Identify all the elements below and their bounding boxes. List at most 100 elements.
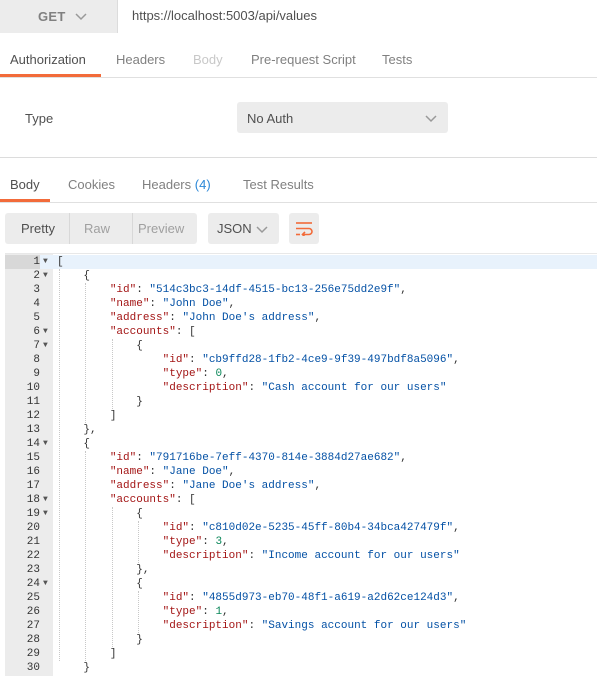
code-text: }, <box>83 424 97 436</box>
code-text: { <box>136 340 143 352</box>
line-number: 1 <box>5 255 40 269</box>
tab-response-headers-label: Headers <box>142 177 192 192</box>
code-text: } <box>83 662 91 674</box>
code-text: "type": 1, <box>162 606 229 618</box>
line-number: 23 <box>26 564 40 576</box>
response-tabs: Body Cookies Headers (4) Test Results <box>0 170 597 203</box>
code-line: 21 "type": 3, <box>5 535 597 549</box>
response-body-editor[interactable]: 1 ▼[2 ▼ {3 "id": "514c3bc3-14df-4515-bc13-… <box>5 253 597 676</box>
view-pretty-button[interactable]: Pretty <box>21 221 55 236</box>
code-line: 18 ▼ "accounts": [ <box>5 493 597 507</box>
code-line: 13 }, <box>5 423 597 437</box>
indent-guide <box>111 507 113 647</box>
line-number: 18 <box>26 494 40 506</box>
code-text: "name": "Jane Doe", <box>109 466 236 478</box>
fold-arrow-icon[interactable]: ▼ <box>43 577 51 591</box>
fold-arrow-icon[interactable]: ▼ <box>43 507 51 521</box>
method-dropdown[interactable]: GET <box>0 0 118 33</box>
view-raw-button[interactable]: Raw <box>84 221 110 236</box>
method-label: GET <box>38 9 66 24</box>
chevron-down-icon <box>75 13 87 21</box>
view-preview-button[interactable]: Preview <box>138 221 184 236</box>
code-line: 1 ▼ [ <box>5 255 597 269</box>
chevron-down-icon <box>256 226 268 234</box>
fold-arrow-icon[interactable]: ▼ <box>43 493 51 507</box>
tab-pre-request-script[interactable]: Pre-request Script <box>251 52 356 67</box>
tab-cookies[interactable]: Cookies <box>68 177 115 192</box>
code-line: 8 "id": "cb9ffd28-1fb2-4ce9-9f39-497bdf8… <box>5 353 597 367</box>
fold-arrow-icon[interactable]: ▼ <box>43 255 51 269</box>
code-line: 3 "id": "514c3bc3-14df-4515-bc13-256e75d… <box>5 283 597 297</box>
request-url-bar: GET https://localhost:5003/api/values <box>0 0 597 33</box>
headers-count-badge: (4) <box>194 177 211 192</box>
code-line: 27 "description": "Savings account for o… <box>5 619 597 633</box>
line-number: 21 <box>26 536 40 548</box>
code-text: "accounts": [ <box>109 494 196 506</box>
tab-response-headers[interactable]: Headers (4) <box>142 177 211 192</box>
line-number: 25 <box>26 592 40 604</box>
tab-body[interactable]: Body <box>193 52 223 67</box>
line-number: 9 <box>33 368 40 380</box>
code-text: "accounts": [ <box>109 326 196 338</box>
indent-guide <box>59 269 60 661</box>
auth-type-value: No Auth <box>247 111 294 126</box>
code-text: "id": "cb9ffd28-1fb2-4ce9-9f39-497bdf8a5… <box>162 354 460 366</box>
indent-guide <box>111 339 113 409</box>
code-line: 2 ▼ { <box>5 269 597 283</box>
format-dropdown[interactable]: JSON <box>208 213 279 244</box>
line-number: 14 <box>26 438 40 450</box>
tab-headers[interactable]: Headers <box>116 52 165 67</box>
segment-separator <box>132 213 133 244</box>
code-line: 16 "name": "Jane Doe", <box>5 465 597 479</box>
code-text: "address": "John Doe's address", <box>109 312 322 324</box>
line-number: 16 <box>26 466 40 478</box>
tab-response-body[interactable]: Body <box>10 177 40 192</box>
code-text: [ <box>57 256 64 268</box>
line-number: 19 <box>26 508 40 520</box>
code-text: "description": "Cash account for our use… <box>162 382 447 394</box>
tab-test-results[interactable]: Test Results <box>243 177 314 192</box>
line-number: 4 <box>33 298 40 310</box>
wrap-lines-button[interactable] <box>289 213 319 244</box>
code-line: 12 ] <box>5 409 597 423</box>
code-line: 11 } <box>5 395 597 409</box>
fold-arrow-icon[interactable]: ▼ <box>43 339 51 353</box>
line-number: 20 <box>26 522 40 534</box>
tab-authorization[interactable]: Authorization <box>10 52 86 67</box>
code-text: ] <box>109 410 117 422</box>
code-line: 24 ▼ { <box>5 577 597 591</box>
wrap-lines-icon <box>296 222 313 236</box>
code-text: "address": "Jane Doe's address", <box>109 480 322 492</box>
code-line: 5 "address": "John Doe's address", <box>5 311 597 325</box>
code-text: } <box>136 396 143 408</box>
code-text: { <box>83 438 91 450</box>
line-number: 26 <box>26 606 40 618</box>
code-text: "type": 0, <box>162 368 229 380</box>
line-number: 15 <box>26 452 40 464</box>
view-mode-segmented-control: Pretty Raw Preview <box>5 213 197 244</box>
auth-type-select[interactable]: No Auth <box>237 102 448 133</box>
fold-arrow-icon[interactable]: ▼ <box>43 269 51 283</box>
code-text: }, <box>136 564 150 576</box>
indent-guide <box>85 451 87 661</box>
line-number: 8 <box>33 354 40 366</box>
line-number: 27 <box>26 620 40 632</box>
fold-arrow-icon[interactable]: ▼ <box>43 325 51 339</box>
code-text: "description": "Savings account for our … <box>162 620 467 632</box>
code-text: } <box>136 634 143 646</box>
fold-arrow-icon[interactable]: ▼ <box>43 437 51 451</box>
indent-guide <box>138 591 140 633</box>
line-number: 7 <box>33 340 40 352</box>
code-line: 26 "type": 1, <box>5 605 597 619</box>
indent-guide <box>138 521 140 563</box>
line-number: 29 <box>26 648 40 660</box>
tab-tests[interactable]: Tests <box>382 52 412 67</box>
url-input[interactable]: https://localhost:5003/api/values <box>132 8 317 23</box>
line-number: 5 <box>33 312 40 324</box>
line-number: 28 <box>26 634 40 646</box>
active-tab-indicator <box>0 74 101 77</box>
code-text: { <box>136 508 143 520</box>
code-line: 10 "description": "Cash account for our … <box>5 381 597 395</box>
active-response-tab-indicator <box>0 199 50 202</box>
section-divider <box>0 157 597 158</box>
